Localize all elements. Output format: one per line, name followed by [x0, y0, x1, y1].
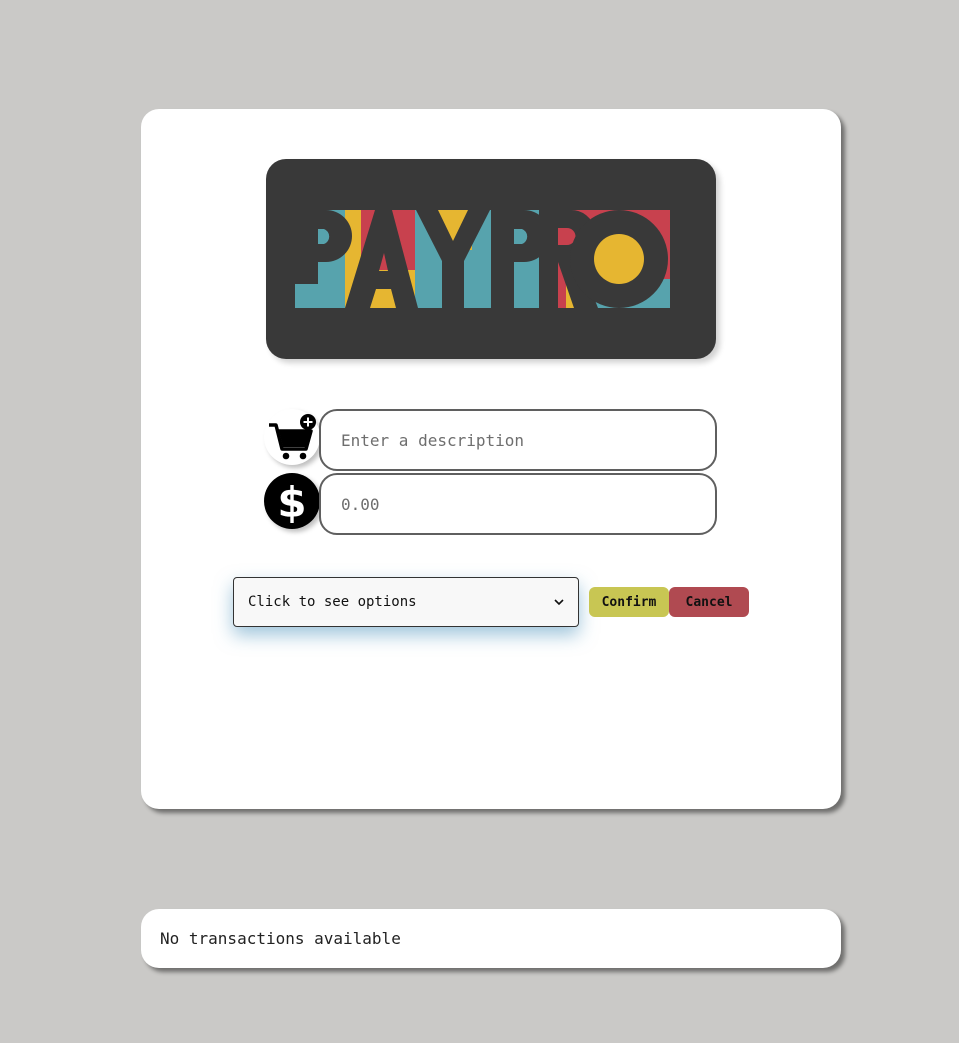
description-input[interactable]: [319, 409, 717, 471]
options-select-label: Click to see options: [248, 594, 417, 610]
confirm-button[interactable]: Confirm: [589, 587, 669, 617]
cart-plus-icon: [264, 409, 320, 465]
dollar-icon: $: [264, 473, 320, 529]
options-select[interactable]: Click to see options: [233, 577, 579, 627]
paypro-logo-graphic: [295, 209, 670, 308]
cancel-button[interactable]: Cancel: [669, 587, 749, 617]
chevron-down-icon: [554, 599, 564, 606]
payment-card: $ Click to see options Confirm Cancel: [141, 109, 841, 809]
svg-text:$: $: [277, 478, 306, 527]
empty-transactions-message: No transactions available: [160, 929, 401, 948]
amount-input[interactable]: [319, 473, 717, 535]
transactions-panel: No transactions available: [141, 909, 841, 968]
paypro-logo: [266, 159, 716, 359]
